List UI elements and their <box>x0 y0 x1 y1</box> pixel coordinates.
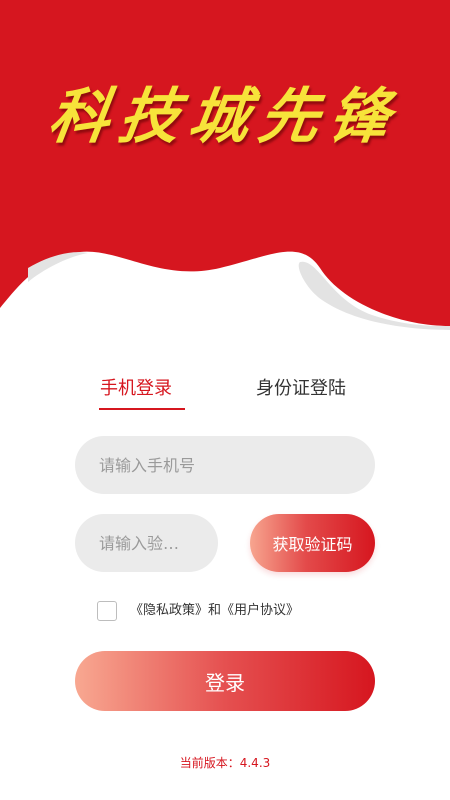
phone-field-container <box>75 436 375 494</box>
agreement-and-text: 和 <box>208 603 222 618</box>
agreement-checkbox[interactable] <box>97 601 117 621</box>
version-label: 当前版本： <box>179 756 240 770</box>
tab-id-card-login[interactable]: 身份证登陆 <box>256 372 346 406</box>
tab-phone-login[interactable]: 手机登录 <box>100 372 172 406</box>
header-wave-background <box>0 0 450 340</box>
user-agreement-link[interactable]: 《用户协议》 <box>221 603 299 618</box>
get-code-button[interactable]: 获取验证码 <box>250 514 375 572</box>
app-logo-title: 科技城先锋 <box>44 82 405 152</box>
header-banner: 科技城先锋 <box>0 0 450 340</box>
active-tab-indicator <box>99 408 185 410</box>
login-button[interactable]: 登录 <box>75 651 375 711</box>
code-field-container <box>75 514 218 572</box>
agreement-text: 《隐私政策》和《用户协议》 <box>130 601 299 621</box>
verification-code-input[interactable] <box>75 514 218 572</box>
privacy-policy-link[interactable]: 《隐私政策》 <box>130 603 208 618</box>
login-tabs: 手机登录 身份证登陆 <box>0 372 450 412</box>
version-number: 4.4.3 <box>239 756 271 770</box>
phone-input[interactable] <box>75 436 375 494</box>
app-version: 当前版本：4.4.3 <box>0 754 450 771</box>
